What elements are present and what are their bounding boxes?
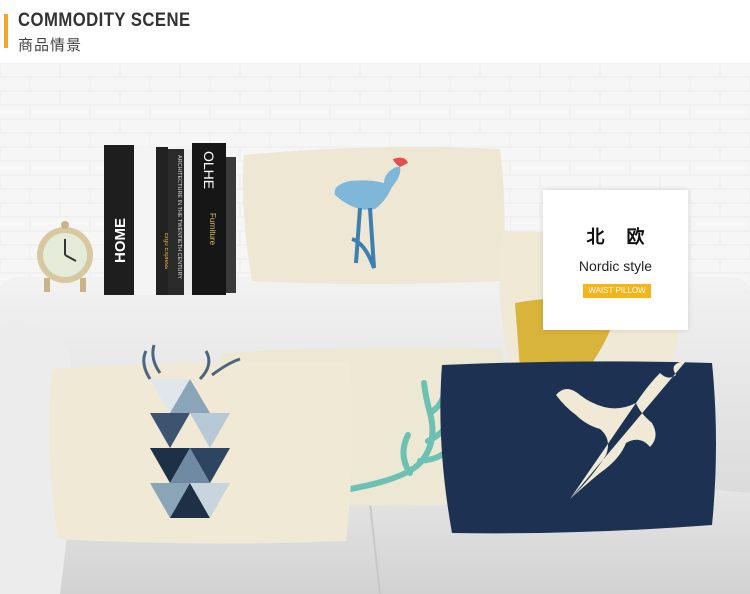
product-label-card: 北欧 Nordic style WAIST PILLOW (543, 190, 688, 330)
book-furniture-title: Furniture (208, 213, 217, 246)
product-name-cn: 北欧 (586, 227, 667, 248)
pillow-geometric-deer (49, 344, 353, 544)
book-architecture-title: ARCHITECTURE IN THE TWENTIETH CENTURY (176, 155, 182, 279)
section-subtitle: 商品情景 (18, 36, 83, 54)
section-header: COMMODITY SCENE 商品情景 (0, 0, 750, 62)
book-home-title: HOME (112, 218, 129, 263)
book-ergo (156, 147, 168, 295)
section-title: COMMODITY SCENE (18, 10, 191, 31)
pillow-navy-deer (440, 361, 716, 534)
product-style-en: Nordic style (578, 258, 653, 274)
product-tag: WAIST PILLOW (583, 284, 651, 298)
header-accent-bar (4, 14, 8, 48)
book-stack: HOME Ergo Express ARCHITECTURE IN THE TW… (104, 143, 236, 295)
book-olhe-title: OLHE (201, 151, 217, 189)
pillow-flamingo (243, 147, 505, 284)
product-photo: HOME Ergo Express ARCHITECTURE IN THE TW… (0, 63, 750, 594)
